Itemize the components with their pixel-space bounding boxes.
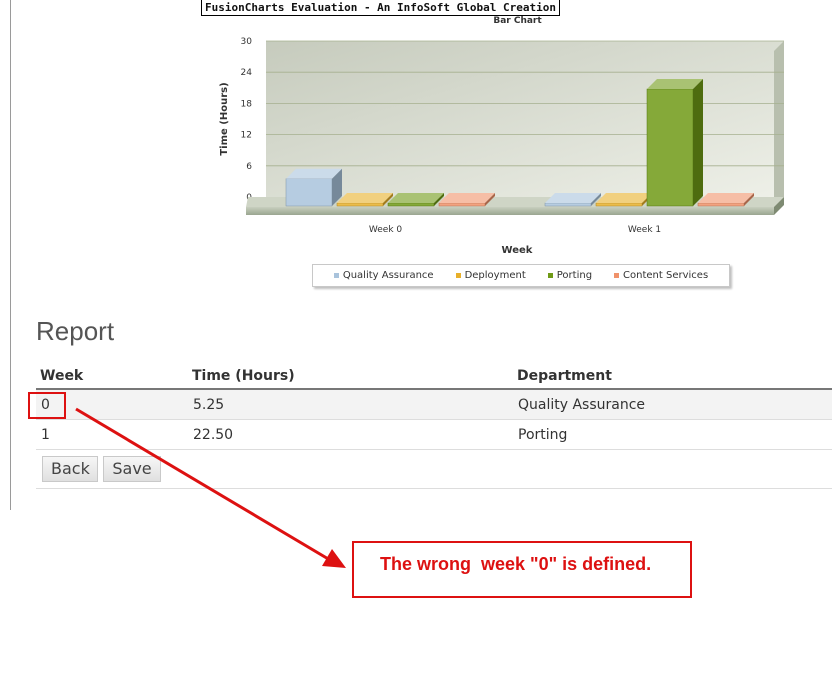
annotation-callout: The wrong week "0" is defined. xyxy=(352,541,692,598)
arrow-shaft xyxy=(75,407,331,562)
